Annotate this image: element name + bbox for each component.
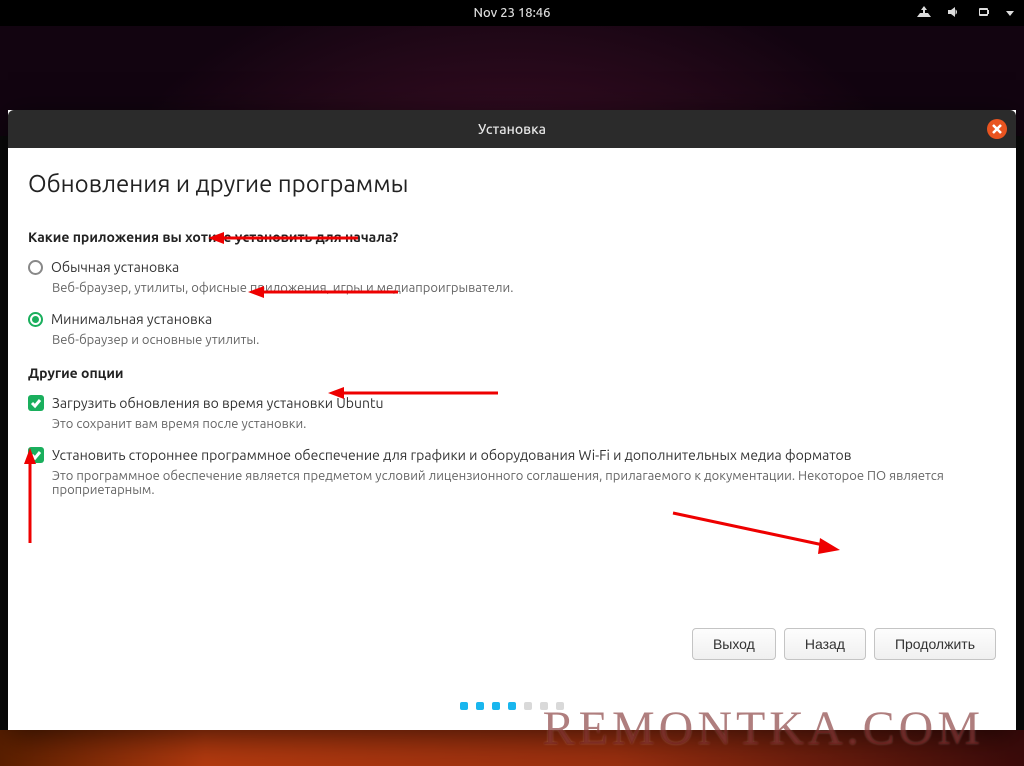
radio-label: Минимальная установка (51, 311, 212, 327)
clock: Nov 23 18:46 (474, 6, 551, 20)
window-titlebar: Установка (8, 110, 1016, 148)
battery-icon[interactable] (976, 4, 992, 23)
progress-dot (524, 702, 532, 710)
checkbox-label: Загрузить обновления во время установки … (52, 395, 383, 411)
annotation-arrow (668, 508, 848, 562)
progress-dot (476, 702, 484, 710)
system-tray[interactable] (916, 0, 1014, 26)
checkbox-checked-icon (28, 447, 44, 463)
checkbox-download-updates[interactable]: Загрузить обновления во время установки … (28, 395, 996, 411)
radio-normal-desc: Веб-браузер, утилиты, офисные приложения… (52, 281, 996, 295)
radio-normal-install[interactable]: Обычная установка (28, 259, 996, 275)
page-title: Обновления и другие программы (28, 170, 996, 197)
wizard-buttons: Выход Назад Продолжить (692, 628, 996, 660)
checkbox-third-party[interactable]: Установить стороннее программное обеспеч… (28, 447, 996, 463)
progress-dot (540, 702, 548, 710)
volume-icon[interactable] (946, 4, 962, 23)
desktop-background-bottom (0, 730, 1024, 766)
gnome-topbar: Nov 23 18:46 (0, 0, 1024, 26)
progress-dot (556, 702, 564, 710)
other-options-label: Другие опции (28, 365, 996, 381)
checkbox-checked-icon (28, 395, 44, 411)
annotation-arrow (20, 448, 40, 552)
network-icon[interactable] (916, 4, 932, 23)
close-icon (992, 124, 1002, 134)
installer-window: Установка Обновления и другие программы … (8, 110, 1016, 730)
radio-icon (28, 260, 43, 275)
close-button[interactable] (987, 119, 1007, 139)
radio-icon (28, 312, 43, 327)
progress-dot (460, 702, 468, 710)
checkbox-updates-desc: Это сохранит вам время после установки. (52, 417, 996, 431)
checkbox-label: Установить стороннее программное обеспеч… (52, 447, 851, 463)
progress-dot (508, 702, 516, 710)
progress-dot (492, 702, 500, 710)
installer-body: Обновления и другие программы Какие прил… (8, 148, 1016, 730)
radio-label: Обычная установка (51, 259, 179, 275)
radio-minimal-desc: Веб-браузер и основные утилиты. (52, 333, 996, 347)
radio-minimal-install[interactable]: Минимальная установка (28, 311, 996, 327)
window-title: Установка (478, 121, 546, 137)
install-type-question: Какие приложения вы хотите установить дл… (28, 229, 996, 245)
checkbox-thirdparty-desc: Это программное обеспечение является пре… (52, 469, 996, 497)
back-button[interactable]: Назад (784, 628, 866, 660)
tray-caret-icon[interactable] (1006, 11, 1014, 16)
quit-button[interactable]: Выход (692, 628, 776, 660)
progress-dots (8, 702, 1016, 710)
continue-button[interactable]: Продолжить (874, 628, 996, 660)
